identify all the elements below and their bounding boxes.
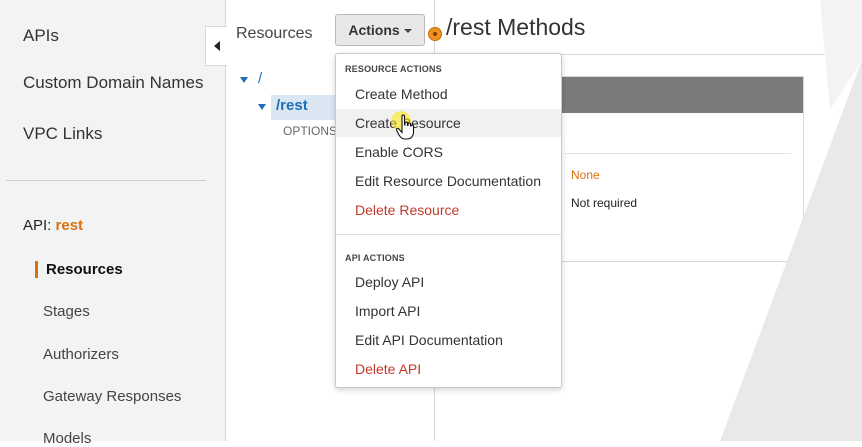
- menu-item-edit-resource-documentation[interactable]: Edit Resource Documentation: [336, 167, 561, 195]
- nav-item-resources[interactable]: Resources: [46, 261, 123, 278]
- left-navigation: APIs Custom Domain Names VPC Links API: …: [0, 0, 226, 447]
- page-title: /rest Methods: [446, 14, 586, 40]
- tree-node-rest[interactable]: /rest: [276, 97, 308, 114]
- menu-item-delete-api[interactable]: Delete API: [336, 355, 561, 383]
- menu-item-create-resource[interactable]: Create Resource: [336, 109, 561, 137]
- chevron-down-icon: [403, 29, 412, 33]
- detail-value-api-key: Not required: [571, 196, 638, 210]
- actions-button[interactable]: Actions: [335, 14, 425, 46]
- menu-separator: [336, 234, 561, 235]
- menu-item-import-api[interactable]: Import API: [336, 297, 561, 325]
- detail-divider: [565, 153, 791, 154]
- resources-heading: Resources: [236, 25, 313, 42]
- resource-actions-heading: RESOURCE ACTIONS: [345, 64, 442, 74]
- menu-item-create-method[interactable]: Create Method: [336, 80, 561, 108]
- tree-method-options[interactable]: OPTIONS: [283, 124, 337, 138]
- chevron-left-icon: [213, 41, 220, 51]
- menu-item-deploy-api[interactable]: Deploy API: [336, 268, 561, 296]
- menu-item-delete-resource[interactable]: Delete Resource: [336, 196, 561, 224]
- collapse-nav-button[interactable]: [205, 26, 227, 66]
- api-actions-heading: API ACTIONS: [345, 253, 405, 263]
- caret-down-icon[interactable]: [258, 104, 266, 110]
- menu-item-enable-cors[interactable]: Enable CORS: [336, 138, 561, 166]
- active-indicator: [35, 261, 38, 278]
- nav-item-authorizers[interactable]: Authorizers: [43, 346, 119, 363]
- caret-down-icon[interactable]: [240, 77, 248, 83]
- nav-item-gateway-responses[interactable]: Gateway Responses: [43, 388, 181, 405]
- detail-value-authorization[interactable]: None: [571, 168, 600, 182]
- nav-item-stages[interactable]: Stages: [43, 303, 90, 320]
- menu-item-edit-api-documentation[interactable]: Edit API Documentation: [336, 326, 561, 354]
- api-prefix: API:: [23, 217, 52, 234]
- tree-node-root[interactable]: /: [258, 70, 262, 87]
- detail-card-header: [541, 77, 803, 113]
- actions-dropdown-menu: RESOURCE ACTIONS Create Method Create Re…: [335, 53, 562, 388]
- recording-indicator-icon: [428, 27, 442, 41]
- actions-button-label: Actions: [348, 22, 400, 38]
- hand-pointer-icon: [395, 114, 415, 140]
- nav-divider: [6, 180, 206, 181]
- nav-item-custom-domain-names[interactable]: Custom Domain Names: [23, 73, 203, 93]
- api-title: API: rest: [23, 217, 83, 234]
- nav-item-apis[interactable]: APIs: [23, 26, 59, 46]
- nav-item-vpc-links[interactable]: VPC Links: [23, 124, 102, 144]
- nav-item-models[interactable]: Models: [43, 430, 91, 447]
- api-name[interactable]: rest: [56, 217, 84, 234]
- method-detail-card: None Not required: [540, 76, 804, 262]
